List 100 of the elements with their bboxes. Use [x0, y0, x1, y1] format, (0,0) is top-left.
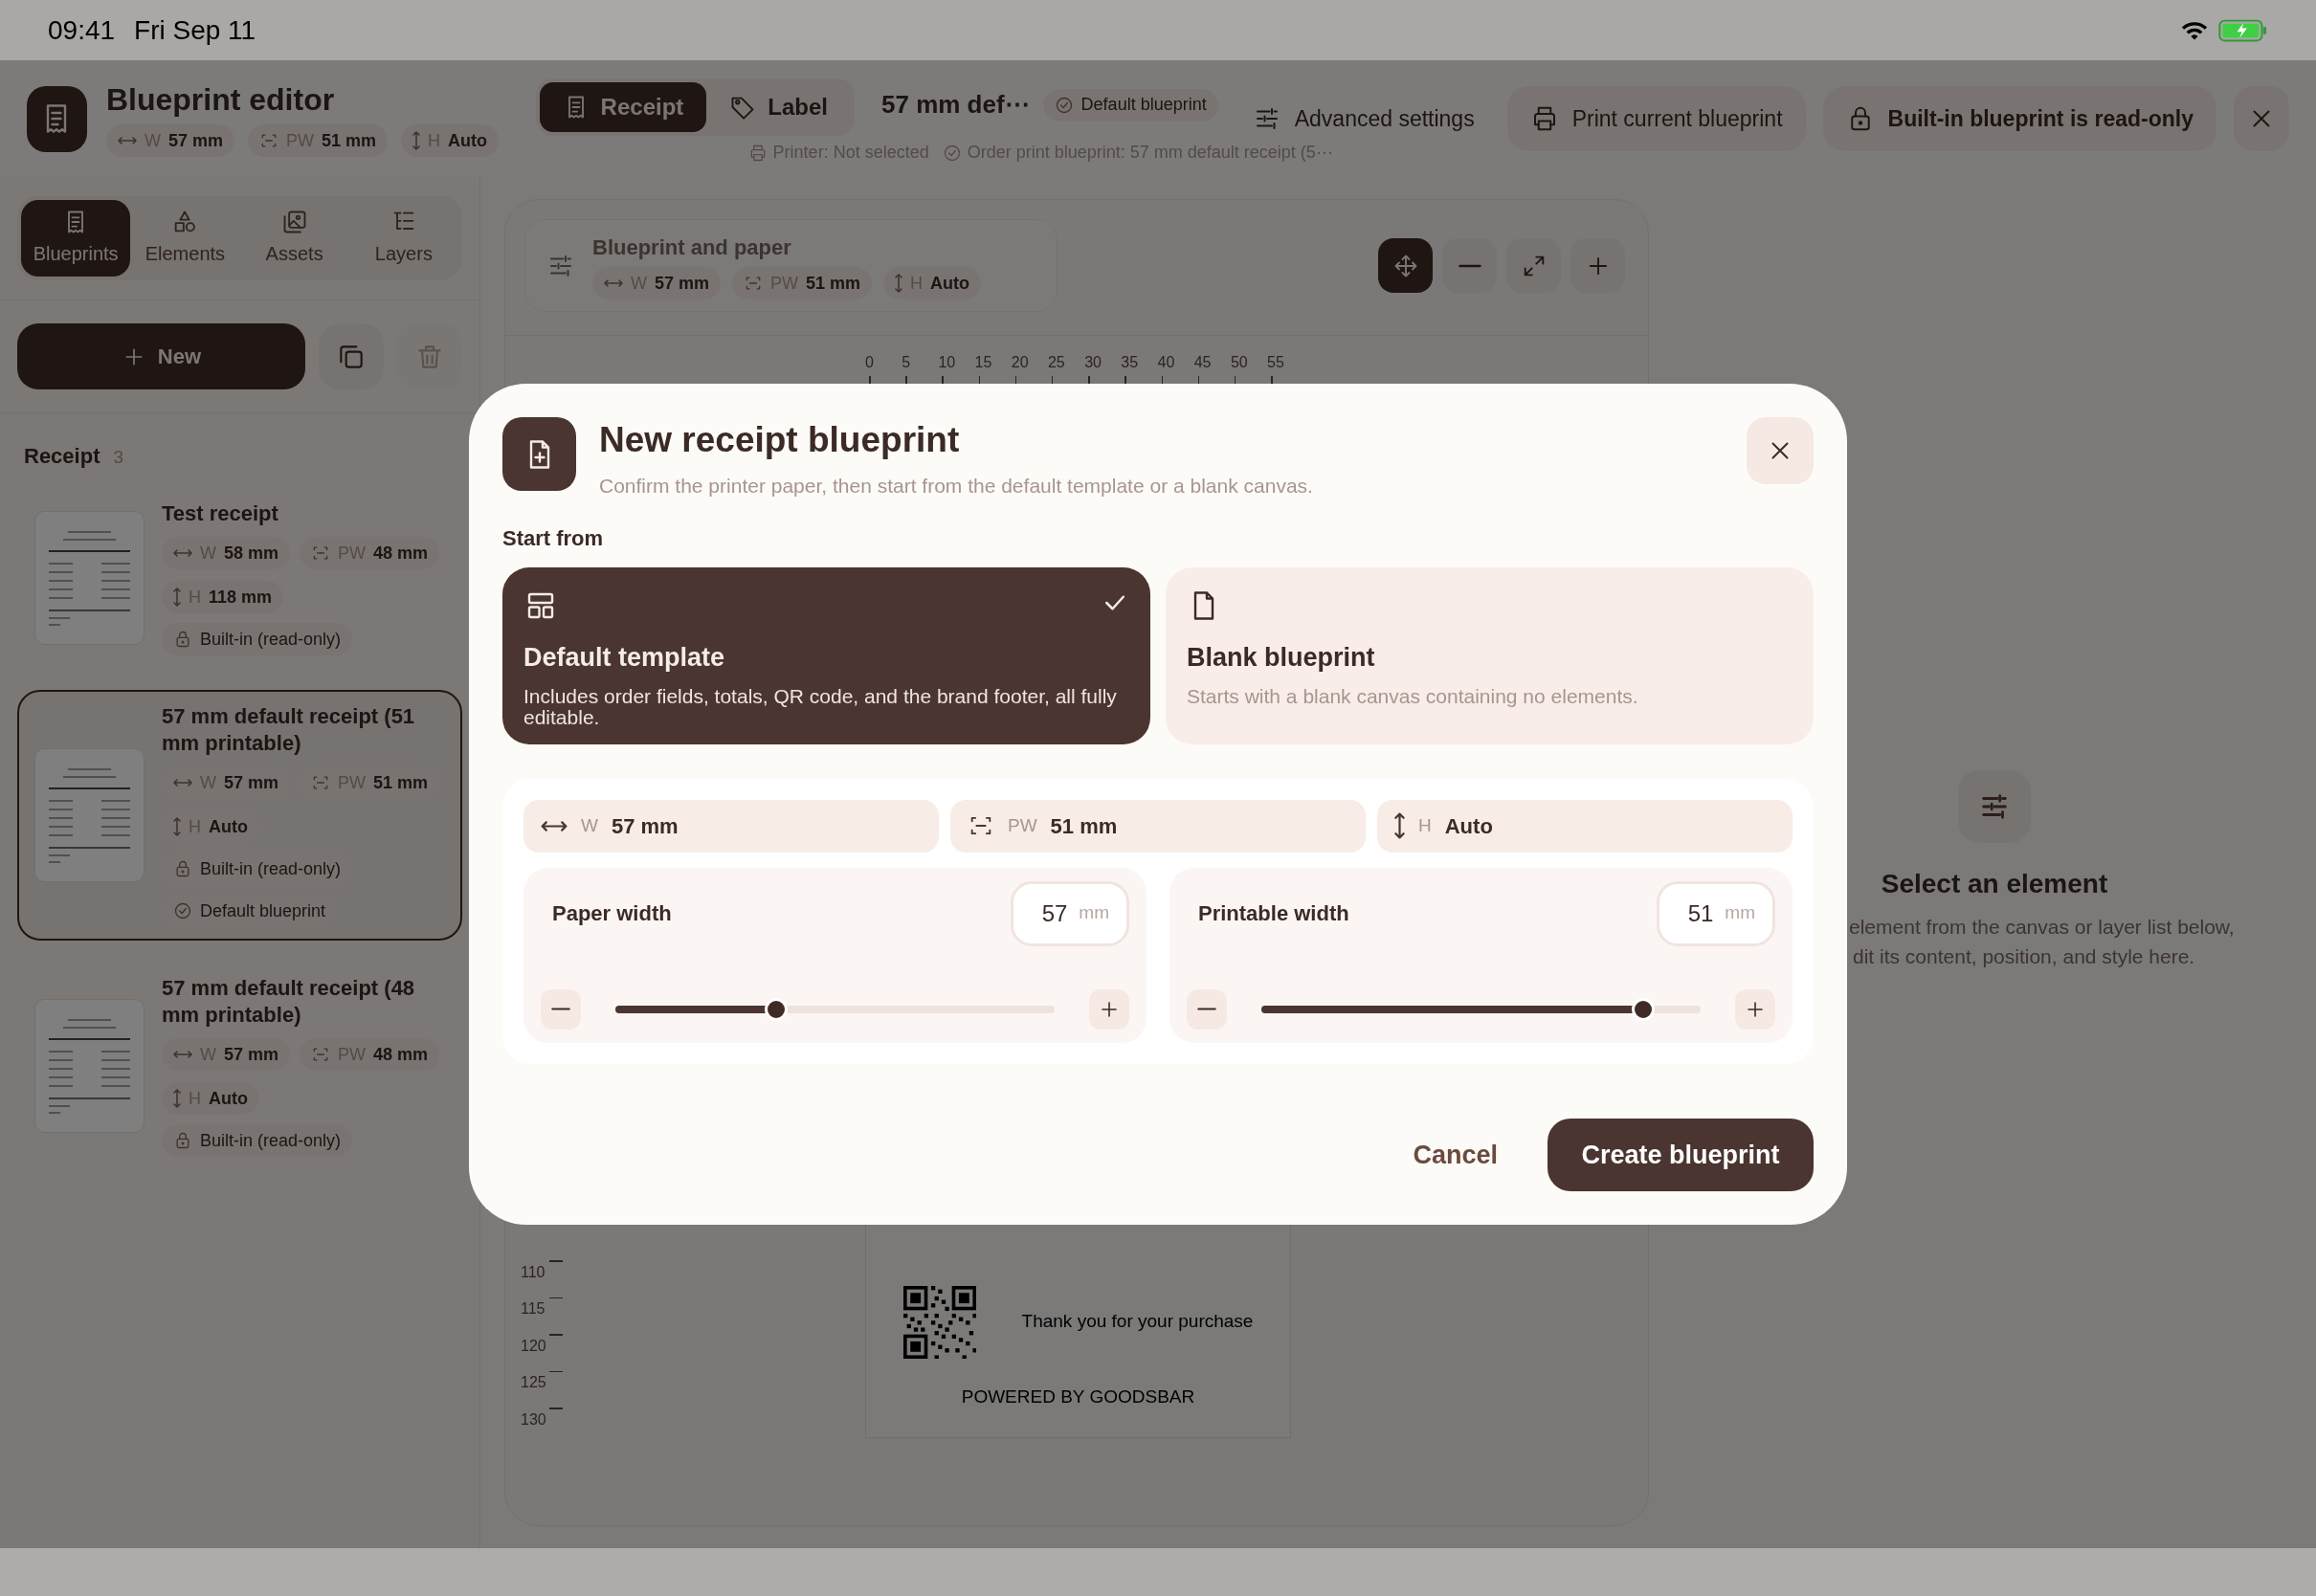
- option-description: Includes order fields, totals, QR code, and the brand footer, all fully editable.: [523, 686, 1118, 728]
- ruler-label: 110: [521, 1263, 546, 1281]
- cancel-button[interactable]: Cancel: [1390, 1119, 1521, 1191]
- sidebar-tab[interactable]: Elements: [130, 200, 240, 277]
- ruler-label: 25: [1047, 353, 1065, 372]
- tag-text: Built-in (read-only): [200, 1129, 342, 1152]
- unit-label: mm: [1079, 901, 1109, 925]
- dimension-value: Auto: [209, 815, 248, 838]
- inspector-hint: dit its content, position, and style here.: [1852, 944, 2196, 969]
- lock-button[interactable]: Built-in blueprint is read-only: [1822, 86, 2216, 151]
- option-description: Starts with a blank canvas containing no elements.: [1187, 686, 1638, 707]
- dimension-value: 57 mm: [611, 812, 679, 840]
- dimension-value: 51 mm: [373, 771, 429, 794]
- unit-label: mm: [1725, 901, 1755, 925]
- dimension-label: H: [1418, 813, 1432, 837]
- slider-thumb[interactable]: [1631, 997, 1655, 1021]
- minus-icon: [551, 1007, 570, 1011]
- vertical-arrows-icon: [173, 817, 181, 836]
- dimension-value: Auto: [1444, 812, 1493, 840]
- ruler-label: 115: [521, 1300, 546, 1318]
- group-title: Receipt: [24, 443, 100, 470]
- start-option-card[interactable]: Default template Includes order fields, totals, QR code, and the brand footer, all fully editable.: [502, 566, 1150, 744]
- duplicate-button[interactable]: [318, 323, 384, 389]
- option-title: Default template: [523, 641, 725, 674]
- number-field[interactable]: 57 mm: [1011, 880, 1129, 946]
- ruler-label: 55: [1267, 353, 1284, 372]
- status-date: Fri Sep 11: [134, 13, 256, 47]
- check-circle-icon: [1054, 95, 1074, 115]
- ruler-label: 40: [1157, 353, 1175, 372]
- ruler-label: 35: [1121, 353, 1139, 372]
- vertical-arrows-icon: [895, 274, 903, 293]
- horizontal-arrows-icon: [173, 779, 192, 787]
- ruler-label: 120: [521, 1337, 547, 1355]
- print-button[interactable]: Print current blueprint: [1506, 86, 1806, 151]
- vertical-arrows-icon: [173, 1089, 181, 1108]
- type-tab[interactable]: Label: [706, 82, 851, 132]
- sidebar-tab[interactable]: Layers: [348, 200, 458, 277]
- create-blueprint-button[interactable]: Create blueprint: [1548, 1119, 1814, 1191]
- decrement-button[interactable]: [541, 988, 581, 1030]
- horizontal-arrows-icon: [117, 137, 137, 144]
- slider-thumb[interactable]: [764, 997, 788, 1021]
- horizontal-arrows-icon: [173, 549, 192, 557]
- dimension-value: 57 mm: [167, 129, 223, 152]
- horizontal-arrows-icon: [173, 1051, 192, 1058]
- dimension-value: 48 mm: [373, 1043, 429, 1066]
- dimension-value: 118 mm: [209, 586, 273, 609]
- dimension-label: W: [581, 813, 598, 837]
- dimension-value: 51 mm: [322, 129, 377, 152]
- ruler-label: 10: [938, 353, 956, 372]
- ruler-label: 0: [865, 353, 874, 372]
- inspector-hint: element from the canvas or layer list below,: [1849, 915, 2235, 940]
- status-time: 09:41: [48, 13, 116, 47]
- dimension-value: Auto: [448, 129, 487, 152]
- blueprint-name: Test receipt: [162, 500, 279, 527]
- number-field[interactable]: 51 mm: [1657, 880, 1775, 946]
- blueprint-name: 57 mm default receipt (48 mm printable): [162, 975, 416, 1029]
- ruler-label: 125: [521, 1374, 547, 1391]
- blueprint-name: 57 mm default receipt (51 mm printable): [162, 703, 416, 757]
- ruler-label: 30: [1084, 353, 1102, 372]
- horizontal-arrows-icon: [541, 820, 568, 831]
- slider-label: Paper width: [552, 900, 672, 927]
- vertical-arrows-icon: [412, 131, 421, 150]
- ruler-label: 20: [1011, 353, 1029, 372]
- sidebar-tab[interactable]: Blueprints: [21, 200, 131, 277]
- new-blueprint-button[interactable]: New: [17, 323, 305, 389]
- tag-text: Default blueprint: [200, 899, 326, 922]
- option-title: Blank blueprint: [1187, 641, 1375, 674]
- minus-icon: [1197, 1007, 1216, 1011]
- editor-title: Blueprint editor: [105, 81, 336, 119]
- field-value: 57: [1041, 898, 1068, 928]
- battery-icon: [2218, 17, 2268, 43]
- section-label: Start from: [502, 524, 605, 552]
- tag-text: Built-in (read-only): [200, 857, 342, 880]
- horizontal-arrows-icon: [604, 279, 623, 287]
- dialog-title: New receipt blueprint: [599, 419, 961, 461]
- zoom-in-tool-button[interactable]: [1570, 238, 1625, 293]
- ruler-label: 50: [1230, 353, 1248, 372]
- increment-button[interactable]: [1089, 988, 1129, 1030]
- check-circle-icon: [942, 143, 962, 163]
- ruler-label: 130: [521, 1410, 547, 1429]
- receipt-footer: POWERED BY GOODSBAR: [961, 1383, 1195, 1410]
- inspector-title: Select an element: [1881, 868, 2108, 900]
- dimension-value: 57 mm: [224, 1043, 279, 1066]
- decrement-button[interactable]: [1187, 988, 1227, 1030]
- close-button[interactable]: [2234, 86, 2289, 151]
- start-option-card[interactable]: Blank blueprint Starts with a blank canvas containing no elements.: [1166, 566, 1814, 744]
- dialog-subtitle: Confirm the printer paper, then start from the default template or a blank canvas.: [599, 474, 1313, 499]
- fit-tool-button[interactable]: [1506, 238, 1561, 293]
- dimension-value: 57 mm: [224, 771, 279, 794]
- minus-icon: [1458, 262, 1481, 269]
- type-tab[interactable]: Receipt: [539, 82, 707, 132]
- dimension-label: PW: [1008, 813, 1037, 837]
- blueprint-name: 57 mm def⋯: [881, 89, 1030, 121]
- move-tool-button[interactable]: [1378, 238, 1433, 293]
- slider-label: Printable width: [1198, 900, 1349, 927]
- dimension-value: 58 mm: [224, 542, 279, 565]
- sidebar-tab[interactable]: Assets: [239, 200, 349, 277]
- increment-button[interactable]: [1735, 988, 1775, 1030]
- dimension-value: 51 mm: [1050, 812, 1118, 840]
- vertical-arrows-icon: [173, 587, 181, 607]
